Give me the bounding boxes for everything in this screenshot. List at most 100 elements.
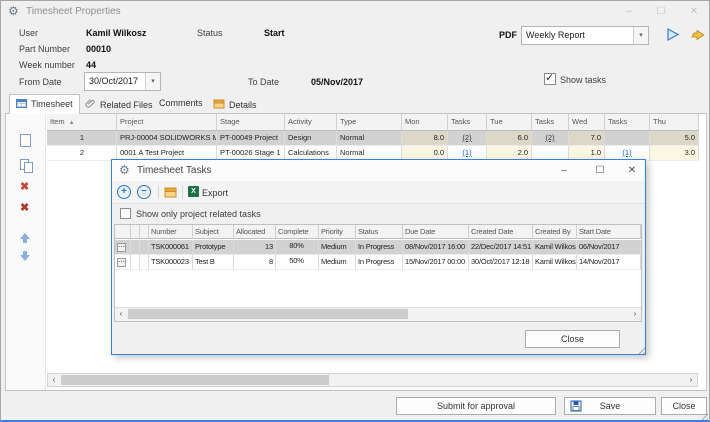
maximize-icon[interactable]: ☐: [649, 1, 673, 23]
chevron-down-icon[interactable]: ▾: [145, 73, 160, 90]
cell-subject: Prototype: [193, 240, 234, 255]
move-up-icon[interactable]: [20, 228, 30, 243]
scroll-left-icon[interactable]: ‹: [48, 374, 60, 386]
cell-wed-hours[interactable]: 7.0: [569, 131, 605, 146]
tab-label: Details: [229, 100, 257, 110]
move-down-icon[interactable]: [20, 251, 30, 266]
cell-allocated: 13: [234, 240, 276, 255]
col-status: Status: [356, 225, 403, 239]
tasks-grid-header[interactable]: NumberSubjectAllocatedCompletePrioritySt…: [115, 225, 641, 240]
add-task-icon[interactable]: +: [117, 185, 131, 199]
show-only-project-tasks-checkbox[interactable]: [120, 208, 131, 219]
title-bar: ⚙ Timesheet Properties – ☐ ✕: [1, 1, 709, 23]
save-button[interactable]: Save: [564, 397, 656, 415]
run-report-icon[interactable]: [665, 27, 680, 42]
col-allocated: Allocated: [234, 225, 276, 239]
remove-task-icon[interactable]: −: [137, 185, 151, 199]
pdf-report-value: Weekly Report: [526, 30, 585, 40]
col-thu: Thu: [650, 114, 699, 131]
delete-row-icon[interactable]: ✖: [20, 182, 29, 193]
tab-timesheet[interactable]: Timesheet: [9, 94, 80, 114]
maximize-icon[interactable]: ☐: [588, 160, 612, 181]
tab-comments[interactable]: Comments: [153, 95, 209, 113]
col-number: Number: [149, 225, 193, 239]
minimize-icon[interactable]: –: [617, 1, 641, 23]
show-tasks-label: Show tasks: [560, 75, 606, 85]
chevron-down-icon[interactable]: ▾: [633, 27, 648, 44]
table-icon: [16, 99, 27, 108]
scroll-right-icon[interactable]: ›: [629, 308, 641, 320]
from-date-input[interactable]: 30/Oct/2017 ▾: [84, 72, 161, 91]
from-date-label: From Date: [19, 77, 62, 87]
row-menu-icon[interactable]: ⋯: [117, 243, 126, 252]
delete-all-rows-icon[interactable]: ✖: [20, 203, 29, 214]
tasks-count-link[interactable]: [605, 131, 650, 146]
cell-item: 1: [47, 131, 117, 146]
tab-label: Related Files: [100, 100, 153, 110]
paperclip-icon: [85, 98, 96, 109]
cell-tue-hours[interactable]: 6.0: [487, 131, 532, 146]
dialog-title-bar: ⚙ Timesheet Tasks – ☐ ✕: [112, 160, 645, 181]
close-icon[interactable]: ✕: [682, 1, 706, 23]
copy-row-icon[interactable]: [20, 159, 35, 174]
close-button[interactable]: Close: [661, 397, 707, 415]
timesheet-tasks-dialog: ⚙ Timesheet Tasks – ☐ ✕ + − X Export Sho…: [111, 159, 646, 355]
col-item: Item: [50, 117, 65, 126]
scroll-left-icon[interactable]: ‹: [115, 308, 127, 320]
col-project: Project: [117, 114, 217, 131]
publish-report-icon[interactable]: [690, 27, 706, 42]
tasks-toolbar: + − X Export: [112, 181, 645, 204]
col-stage: Stage: [217, 114, 285, 131]
col-activity: Activity: [285, 114, 337, 131]
tasks-close-button[interactable]: Close: [525, 330, 620, 348]
part-number-label: Part Number: [19, 44, 70, 54]
excel-icon[interactable]: X: [188, 186, 199, 197]
tasks-count-link[interactable]: (2): [448, 131, 487, 146]
cell-mon-hours[interactable]: 8.0: [402, 131, 448, 146]
col-tasks: Tasks: [532, 114, 569, 131]
show-tasks-checkbox[interactable]: ✓: [544, 73, 556, 85]
status-label: Status: [197, 28, 223, 38]
filter-label: Show only project related tasks: [136, 209, 261, 219]
close-icon[interactable]: ✕: [620, 160, 644, 181]
window-title: Timesheet Properties: [26, 6, 121, 17]
scroll-right-icon[interactable]: ›: [685, 374, 697, 386]
resize-grip[interactable]: [636, 345, 645, 354]
table-row[interactable]: 1PRJ-00004 SOLIDWORKS ManagePT-00049 Pro…: [47, 131, 699, 146]
col-subject: Subject: [193, 225, 234, 239]
cell-created-by: Kamil Wilkosz: [533, 240, 577, 255]
app-icon: ⚙: [119, 163, 130, 177]
cell-number: TSK000061: [149, 240, 193, 255]
col-type: Type: [337, 114, 402, 131]
horizontal-scrollbar[interactable]: ‹ ›: [47, 373, 698, 387]
table-row[interactable]: ⋯TSK000023Test B850%50%MediumIn Progress…: [115, 255, 641, 270]
tab-related-files[interactable]: Related Files: [79, 95, 159, 113]
new-row-icon[interactable]: [20, 134, 31, 147]
timesheet-grid-header[interactable]: Item▲ProjectStageActivityTypeMonTasksTue…: [47, 114, 699, 131]
tab-details[interactable]: Details: [207, 95, 263, 113]
export-button[interactable]: Export: [202, 188, 228, 198]
week-number-value: 44: [86, 60, 96, 70]
cell-thu-hours[interactable]: 3.0: [650, 146, 699, 161]
pdf-report-select[interactable]: Weekly Report ▾: [521, 26, 649, 45]
col-mon: Mon: [402, 114, 448, 131]
row-menu-icon[interactable]: ⋯: [117, 258, 126, 267]
cell-activity: Design: [285, 131, 337, 146]
to-date-label: To Date: [248, 77, 279, 87]
check-icon: ✓: [545, 71, 554, 84]
horizontal-scrollbar[interactable]: ‹ ›: [115, 307, 641, 321]
cell-created-date: 30/Oct/2017 12:18: [469, 255, 533, 270]
col-tue: Tue: [487, 114, 532, 131]
cell-status: In Progress: [356, 240, 403, 255]
tasks-count-link[interactable]: (2): [532, 131, 569, 146]
submit-for-approval-button[interactable]: Submit for approval: [396, 397, 556, 415]
col-complete: Complete: [276, 225, 319, 239]
cell-type: Normal: [337, 131, 402, 146]
scrollbar-thumb[interactable]: [128, 309, 408, 319]
cell-created-by: Kamil Wilkosz: [533, 255, 577, 270]
table-row[interactable]: ⋯TSK000061Prototype1380%80%MediumIn Prog…: [115, 240, 641, 255]
minimize-icon[interactable]: –: [552, 160, 576, 181]
task-details-icon[interactable]: [164, 186, 177, 198]
cell-thu-hours[interactable]: 5.0: [650, 131, 699, 146]
scrollbar-thumb[interactable]: [61, 375, 329, 385]
